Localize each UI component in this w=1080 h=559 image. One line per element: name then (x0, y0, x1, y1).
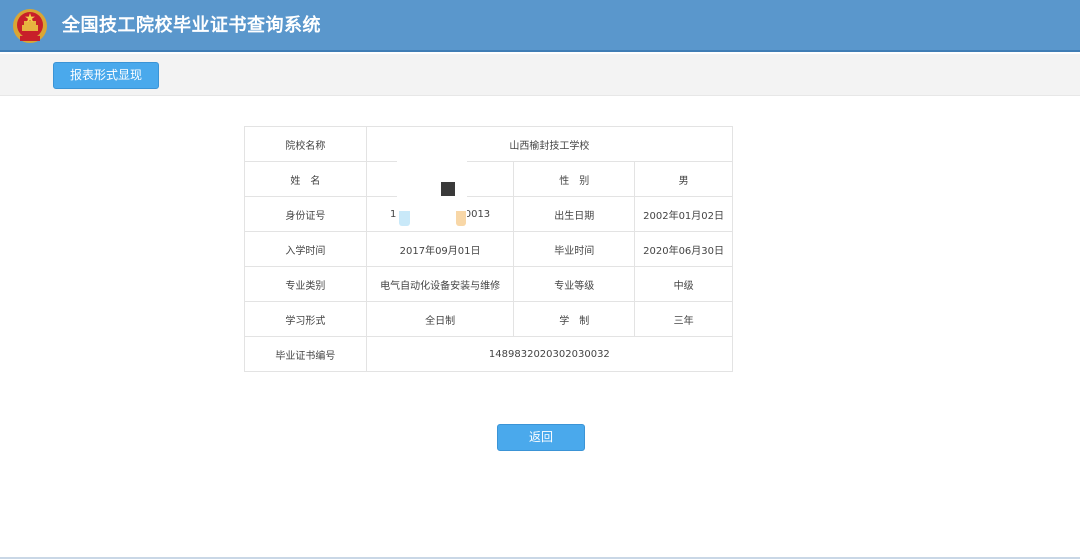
grad-label: 毕业时间 (513, 231, 636, 267)
major-value: 电气自动化设备安装与维修 (365, 266, 515, 302)
id-value-start: 1 (389, 208, 397, 220)
study-mode-value: 全日制 (365, 301, 515, 337)
toolbar: 报表形式显现 (0, 54, 1080, 96)
redaction-mark (399, 211, 410, 226)
school-label: 院校名称 (244, 126, 367, 162)
level-label: 专业等级 (513, 266, 636, 302)
level-value: 中级 (634, 266, 733, 302)
table-row: 院校名称 山西榆封技工学校 (244, 126, 734, 162)
school-value: 山西榆封技工学校 (365, 126, 734, 162)
national-emblem-icon (13, 9, 47, 43)
id-label: 身份证号 (244, 196, 367, 232)
duration-value: 三年 (634, 301, 733, 337)
id-value-end: 0013 (464, 208, 491, 220)
duration-label: 学 制 (513, 301, 636, 337)
redaction-mark (456, 211, 466, 226)
grad-value: 2020年06月30日 (634, 231, 733, 267)
app-header: 全国技工院校毕业证书查询系统 (0, 0, 1080, 52)
cert-number-label: 毕业证书编号 (244, 336, 367, 372)
cert-number-value: 1489832020302030032 (365, 336, 734, 372)
table-row: 入学时间 2017年09月01日 毕业时间 2020年06月30日 (244, 231, 733, 267)
table-row: 专业类别 电气自动化设备安装与维修 专业等级 中级 (244, 266, 733, 302)
gender-value: 男 (634, 161, 733, 197)
back-button[interactable]: 返回 (497, 424, 585, 451)
enroll-value: 2017年09月01日 (365, 231, 515, 267)
report-view-button[interactable]: 报表形式显现 (53, 62, 159, 89)
table-row: 姓 名 性 别 男 (244, 161, 733, 197)
table-row: 毕业证书编号 1489832020302030032 (244, 336, 734, 372)
birth-label: 出生日期 (513, 196, 636, 232)
page-title: 全国技工院校毕业证书查询系统 (62, 15, 321, 36)
enroll-label: 入学时间 (244, 231, 367, 267)
name-label: 姓 名 (244, 161, 367, 197)
certificate-info-table: 院校名称 山西榆封技工学校 姓 名 性 别 男 身份证号 1 0013 出生日期… (244, 126, 734, 372)
redaction-mark (441, 182, 455, 196)
study-mode-label: 学习形式 (244, 301, 367, 337)
table-row: 身份证号 1 0013 出生日期 2002年01月02日 (244, 196, 733, 232)
table-row: 学习形式 全日制 学 制 三年 (244, 301, 733, 337)
gender-label: 性 别 (513, 161, 636, 197)
birth-value: 2002年01月02日 (634, 196, 733, 232)
major-label: 专业类别 (244, 266, 367, 302)
